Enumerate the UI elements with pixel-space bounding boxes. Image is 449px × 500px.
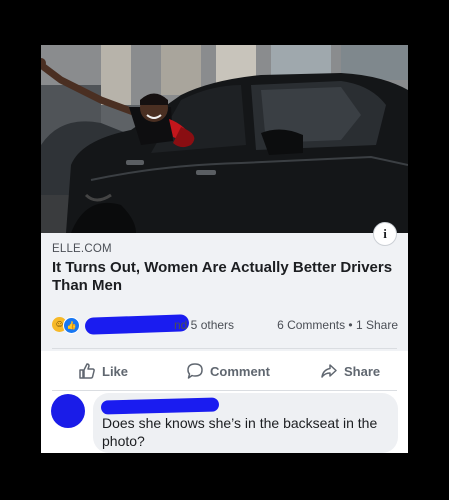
reaction-icons[interactable]: ☺ 👍 (52, 317, 82, 334)
comment: Does she knows she’s in the backseat in … (41, 393, 408, 453)
like-label: Like (102, 363, 129, 379)
share-arrow-icon (320, 362, 338, 380)
thumbs-up-icon (78, 362, 96, 380)
link-headline[interactable]: It Turns Out, Women Are Actually Better … (52, 259, 397, 295)
reaction-others-text[interactable]: nd 5 others (174, 318, 234, 332)
info-icon[interactable]: i (373, 222, 397, 246)
facebook-post-card: i ELLE.COM It Turns Out, Women Are Actua… (41, 45, 408, 453)
like-button[interactable]: Like (78, 351, 128, 391)
share-label: Share (344, 363, 381, 379)
reactions-row: ☺ 👍 nd 5 others 6 Comments • 1 Share (41, 313, 408, 337)
like-reaction-icon: 👍 (63, 317, 80, 334)
comment-text: Does she knows she’s in the backseat in … (102, 415, 378, 449)
post-link-image[interactable] (41, 45, 408, 233)
redacted-commenter-name (100, 397, 220, 415)
share-button[interactable]: Share (320, 351, 380, 391)
divider (52, 390, 397, 391)
comment-button[interactable]: Comment (186, 351, 270, 391)
post-actions-bar: Like Comment Share (41, 351, 408, 391)
commenter-avatar[interactable] (51, 394, 85, 428)
link-domain: ELLE.COM (52, 243, 112, 255)
comment-label: Comment (210, 363, 270, 379)
divider (52, 348, 397, 349)
comment-bubble: Does she knows she’s in the backseat in … (93, 393, 398, 453)
comment-bubble-icon (186, 362, 204, 380)
comments-shares-count[interactable]: 6 Comments • 1 Share (277, 318, 398, 332)
